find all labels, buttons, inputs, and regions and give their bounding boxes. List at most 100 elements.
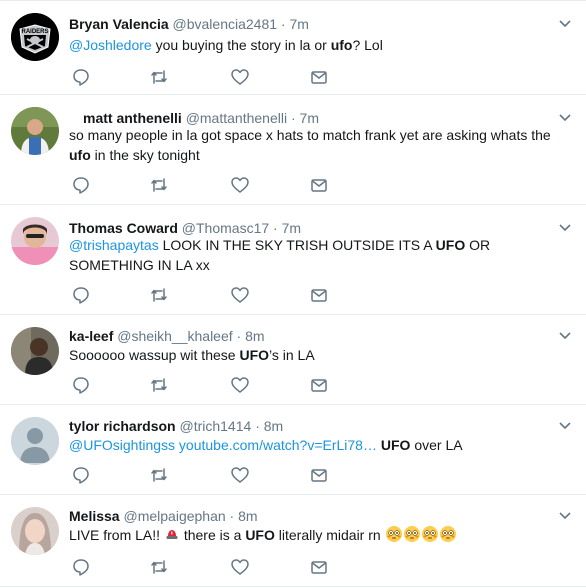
timestamp[interactable]: 7m bbox=[289, 16, 308, 32]
retweet-icon[interactable] bbox=[149, 375, 169, 395]
direct-message-icon[interactable] bbox=[309, 175, 329, 195]
police-light-emoji bbox=[166, 530, 178, 539]
display-name[interactable]: ka-leef bbox=[69, 328, 113, 344]
like-heart-icon[interactable] bbox=[230, 175, 250, 195]
text-part: ’s in LA bbox=[269, 347, 315, 363]
chevron-down-icon[interactable] bbox=[558, 221, 572, 235]
flushed-face-emoji bbox=[439, 526, 456, 542]
mention-link[interactable]: @trishapaytas bbox=[69, 237, 159, 253]
direct-message-icon[interactable] bbox=[309, 67, 329, 87]
display-name[interactable]: tylor richardson bbox=[69, 418, 176, 434]
tweet-feed: RAIDERS Bryan Valencia @bvalencia2481 · … bbox=[0, 0, 586, 588]
tweet[interactable]: Melissa @melpaigephan · 8m LIVE from LA!… bbox=[0, 495, 586, 587]
person-photo-avatar[interactable] bbox=[11, 507, 59, 555]
flushed-face-emoji bbox=[421, 526, 438, 542]
direct-message-icon[interactable] bbox=[309, 557, 329, 577]
reply-icon[interactable] bbox=[71, 175, 91, 195]
display-name[interactable]: Bryan Valencia bbox=[69, 16, 169, 32]
tweet-text: Soooooo wassup wit these UFO’s in LA bbox=[69, 345, 574, 365]
retweet-icon[interactable] bbox=[149, 67, 169, 87]
text-part: so many people in la got space x hats to… bbox=[69, 127, 551, 143]
retweet-icon[interactable] bbox=[149, 557, 169, 577]
person-photo-avatar[interactable] bbox=[11, 107, 59, 155]
tweet[interactable]: ka-leef @sheikh__khaleef · 8m Soooooo wa… bbox=[0, 315, 586, 405]
display-name[interactable]: Thomas Coward bbox=[69, 220, 178, 236]
tweet-text: @trishapaytas LOOK IN THE SKY TRISH OUTS… bbox=[69, 235, 574, 275]
reply-icon[interactable] bbox=[71, 375, 91, 395]
direct-message-icon[interactable] bbox=[309, 285, 329, 305]
url-link[interactable]: youtube.com/watch?v=ErLi78… bbox=[175, 437, 377, 453]
tweet[interactable]: tylor richardson @trich1414 · 8m @UFOsig… bbox=[0, 405, 586, 495]
mention-link[interactable]: @Joshledore bbox=[69, 37, 152, 53]
text-part: there is a bbox=[179, 527, 246, 543]
timestamp[interactable]: 7m bbox=[282, 220, 301, 236]
text-part: in the sky tonight bbox=[90, 147, 200, 163]
default-profile-avatar[interactable] bbox=[11, 417, 59, 465]
user-handle[interactable]: @mattanthenelli bbox=[186, 110, 287, 126]
reply-icon[interactable] bbox=[71, 557, 91, 577]
tweet[interactable]: matt anthenelli @mattanthenelli · 7m so … bbox=[0, 95, 586, 205]
chevron-down-icon[interactable] bbox=[558, 419, 572, 433]
person-photo-avatar[interactable] bbox=[11, 217, 59, 265]
highlighted-keyword: ufo bbox=[69, 147, 91, 163]
reply-icon[interactable] bbox=[71, 67, 91, 87]
tweet[interactable]: RAIDERS Bryan Valencia @bvalencia2481 · … bbox=[0, 1, 586, 95]
text-part: you buying the story in la or bbox=[151, 37, 331, 53]
reply-icon[interactable] bbox=[71, 465, 91, 485]
display-name[interactable]: Melissa bbox=[69, 508, 120, 524]
highlighted-keyword: ufo bbox=[330, 37, 353, 53]
timestamp[interactable]: 8m bbox=[238, 508, 257, 524]
tweet-header: Bryan Valencia @bvalencia2481 · 7m bbox=[69, 15, 309, 33]
tweet-actions bbox=[69, 285, 369, 305]
like-heart-icon[interactable] bbox=[230, 375, 250, 395]
reply-icon[interactable] bbox=[71, 285, 91, 305]
user-handle[interactable]: @bvalencia2481 bbox=[173, 16, 278, 32]
flushed-face-emoji bbox=[385, 526, 402, 542]
like-heart-icon[interactable] bbox=[230, 67, 250, 87]
retweet-icon[interactable] bbox=[149, 285, 169, 305]
tweet[interactable]: Thomas Coward @Thomasc17 · 7m @trishapay… bbox=[0, 205, 586, 315]
like-heart-icon[interactable] bbox=[230, 465, 250, 485]
text-part: Soooooo wassup wit these bbox=[69, 347, 240, 363]
like-heart-icon[interactable] bbox=[230, 285, 250, 305]
tweet-actions bbox=[69, 67, 369, 87]
separator: · bbox=[229, 508, 235, 524]
text-part: literally midair rn bbox=[274, 527, 385, 543]
person-photo-avatar bbox=[11, 107, 59, 155]
user-handle[interactable]: @Thomasc17 bbox=[182, 220, 269, 236]
default-profile-icon bbox=[11, 417, 59, 465]
like-heart-icon[interactable] bbox=[230, 557, 250, 577]
user-handle[interactable]: @trich1414 bbox=[179, 418, 251, 434]
tweet-actions bbox=[69, 175, 369, 195]
separator: · bbox=[290, 110, 296, 126]
direct-message-icon[interactable] bbox=[309, 465, 329, 485]
mention-link[interactable]: @UFOsightingss bbox=[69, 437, 175, 453]
chevron-down-icon[interactable] bbox=[558, 17, 572, 31]
retweet-icon[interactable] bbox=[149, 175, 169, 195]
timestamp[interactable]: 7m bbox=[300, 110, 319, 126]
chevron-down-icon[interactable] bbox=[558, 329, 572, 343]
text-part: LIVE from LA!! bbox=[69, 527, 164, 543]
direct-message-icon[interactable] bbox=[309, 375, 329, 395]
user-handle[interactable]: @melpaigephan bbox=[123, 508, 225, 524]
highlighted-keyword: UFO bbox=[435, 237, 466, 253]
separator: · bbox=[255, 418, 260, 434]
chevron-down-icon[interactable] bbox=[558, 111, 572, 125]
tweet-text: @Joshledore you buying the story in la o… bbox=[69, 35, 574, 55]
tweet-actions bbox=[69, 465, 369, 485]
tweet-header: Melissa @melpaigephan · 8m bbox=[69, 507, 258, 525]
person-photo-avatar bbox=[11, 507, 59, 555]
separator: · bbox=[236, 328, 242, 344]
user-handle[interactable]: @sheikh__khaleef bbox=[117, 328, 232, 344]
text-part: over LA bbox=[410, 437, 463, 453]
retweet-icon[interactable] bbox=[149, 465, 169, 485]
tweet-text: LIVE from LA!! there is a UFO literally … bbox=[69, 525, 574, 545]
raiders-logo-avatar[interactable]: RAIDERS bbox=[11, 13, 59, 61]
display-name[interactable]: matt anthenelli bbox=[83, 110, 182, 126]
chevron-down-icon[interactable] bbox=[558, 509, 572, 523]
separator: · bbox=[280, 16, 286, 32]
timestamp[interactable]: 8m bbox=[245, 328, 264, 344]
person-photo-avatar[interactable] bbox=[11, 327, 59, 375]
person-photo-avatar bbox=[11, 217, 59, 265]
timestamp[interactable]: 8m bbox=[264, 418, 283, 434]
